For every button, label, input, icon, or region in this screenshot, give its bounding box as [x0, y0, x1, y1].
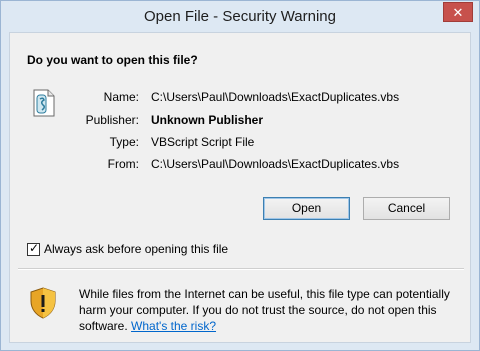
close-button[interactable]: ✕ [443, 2, 473, 22]
always-ask-checkbox[interactable]: ✓ [27, 241, 40, 256]
security-shield-icon [30, 287, 56, 319]
from-label: From: [107, 157, 139, 171]
separator [18, 268, 464, 270]
cancel-button[interactable]: Cancel [363, 197, 450, 220]
always-ask-label[interactable]: Always ask before opening this file [44, 242, 228, 256]
type-value: VBScript Script File [151, 135, 255, 149]
checkmark-icon: ✓ [29, 241, 40, 255]
name-value: C:\Users\Paul\Downloads\ExactDuplicates.… [151, 90, 400, 104]
from-value: C:\Users\Paul\Downloads\ExactDuplicates.… [151, 157, 400, 171]
title-bar[interactable]: Open File - Security Warning ✕ [1, 1, 479, 32]
publisher-label: Publisher: [85, 113, 139, 127]
warning-message: While files from the Internet can be use… [79, 286, 469, 334]
dialog-question: Do you want to open this file? [27, 53, 198, 67]
security-warning-window: Open File - Security Warning ✕ Do you wa… [0, 0, 480, 351]
window-title: Open File - Security Warning [143, 8, 336, 25]
dialog-panel: Do you want to open this file? Name: C:\… [9, 32, 471, 343]
publisher-value: Unknown Publisher [151, 113, 264, 127]
whats-the-risk-link[interactable]: What's the risk? [131, 319, 216, 333]
open-button[interactable]: Open [263, 197, 350, 220]
name-label: Name: [103, 90, 139, 104]
type-label: Type: [109, 135, 139, 149]
